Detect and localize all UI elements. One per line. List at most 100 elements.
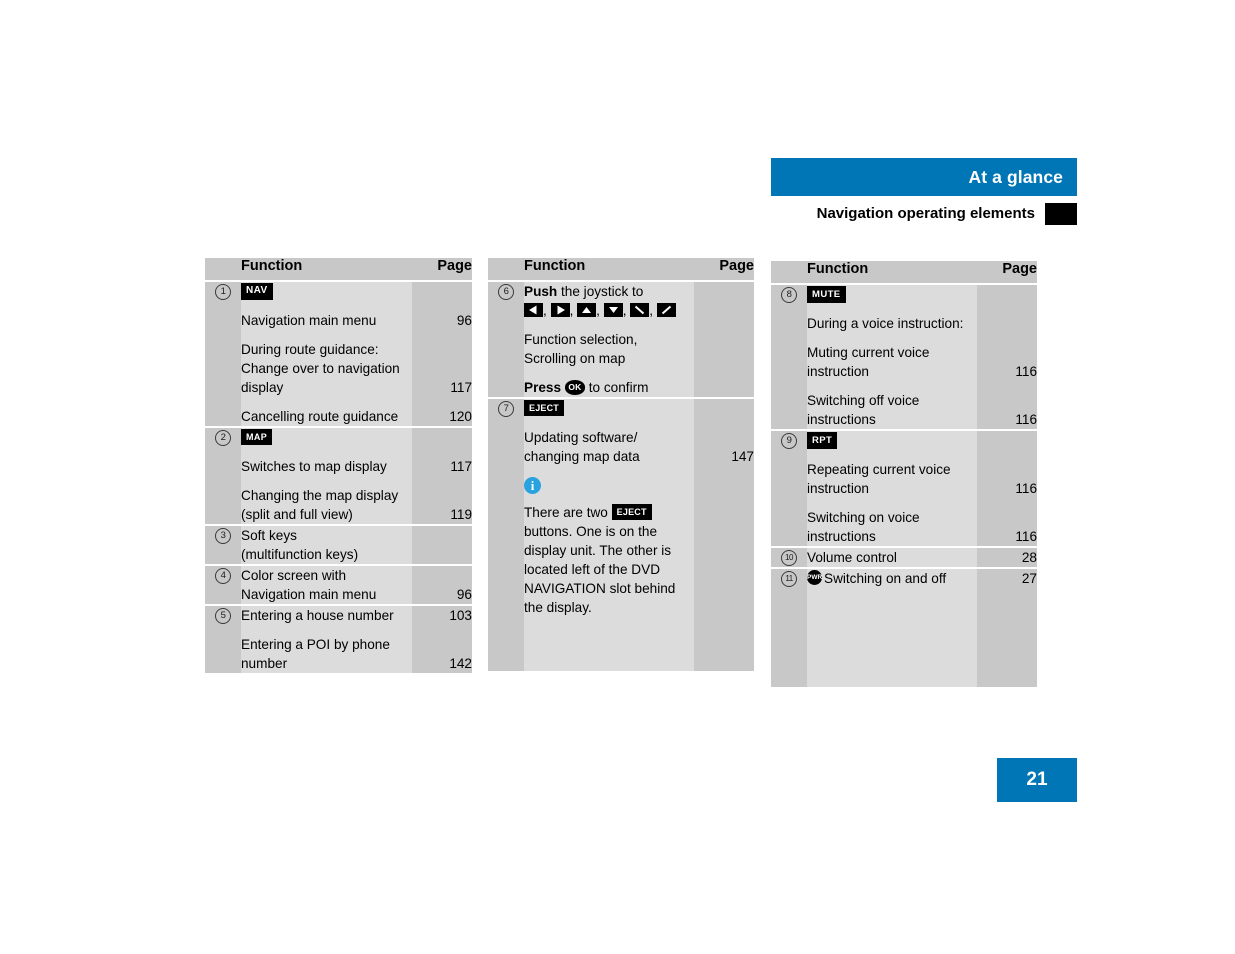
table-row: 8 MUTE During a voice instruction: Mutin… — [771, 283, 1037, 430]
header-cell-function: Function — [241, 258, 412, 281]
table-row: 9 RPT Repeating current voice instructio… — [771, 429, 1037, 547]
power-button-icon: PWR — [807, 569, 822, 585]
row-function-cell: MAP Switches to map display Changing the… — [241, 426, 412, 525]
nav-button-icon: NAV — [241, 282, 273, 300]
text-block: Switching on voice instructions — [807, 508, 977, 546]
note-text-line: the display. — [524, 600, 592, 615]
function-text-line: During a voice instruction: — [807, 316, 964, 331]
function-text-line: Navigation main menu — [241, 313, 377, 328]
badge-block: EJECT — [524, 399, 694, 418]
row-page-cell — [412, 524, 472, 565]
row-page-cell: 96 — [412, 564, 472, 605]
row-page-cell: 96 117 120 — [412, 280, 472, 427]
text-block: Color screen with Navigation main menu — [241, 566, 412, 604]
callout-number: 5 — [215, 608, 231, 624]
function-text-line: Entering a POI by phone — [241, 637, 390, 652]
push-label: Push — [524, 284, 558, 299]
row-function-cell: Entering a house number Entering a POI b… — [241, 604, 412, 673]
row-function-cell: Volume control — [807, 546, 977, 568]
table-row: 4 Color screen with Navigation main menu… — [205, 564, 472, 605]
info-icon: i — [524, 477, 541, 494]
callout-number: 8 — [781, 287, 797, 303]
row-number-cell: 10 — [771, 546, 807, 568]
function-text-line: display — [241, 380, 284, 395]
callout-number: 1 — [215, 284, 231, 300]
text-block: Function selection, Scrolling on map — [524, 330, 694, 368]
header-cell-page: Page — [412, 258, 472, 281]
row-number-cell: 7 — [488, 397, 524, 671]
text-block: Updating software/ changing map data — [524, 428, 694, 466]
function-text-line: Switching on and off — [824, 571, 947, 586]
table-row: 11 PWR Switching on and off 27 — [771, 567, 1037, 687]
row-page-cell: 116 116 — [977, 429, 1037, 547]
table-column-1: Function Page 1 NAV Navigation main menu… — [205, 258, 472, 673]
press-ok-block: Press OK to confirm — [524, 378, 694, 397]
row-number-cell: 11 — [771, 567, 807, 687]
map-button-icon: MAP — [241, 429, 273, 446]
header-cell-function: Function — [524, 258, 694, 281]
callout-number: 3 — [215, 528, 231, 544]
push-rest: the joystick to — [557, 284, 644, 299]
badge-block: MUTE — [807, 285, 977, 304]
function-text-line: Changing the map display — [241, 488, 399, 503]
badge-block: NAV — [241, 282, 412, 301]
row-function-cell: NAV Navigation main menu During route gu… — [241, 280, 412, 427]
page-number: 142 — [449, 656, 472, 671]
table-header-row: Function Page — [771, 261, 1037, 284]
callout-number: 6 — [498, 284, 514, 300]
black-square-marker — [1045, 203, 1077, 225]
text-block: Switches to map display — [241, 457, 412, 476]
table-row: 10 Volume control 28 — [771, 546, 1037, 568]
row-page-cell: 28 — [977, 546, 1037, 568]
function-text-line: instructions — [807, 412, 876, 427]
page-number: 103 — [449, 608, 472, 623]
function-text-line: (split and full view) — [241, 507, 353, 522]
page-number: 116 — [1015, 364, 1037, 379]
table-header-row: Function Page — [205, 258, 472, 281]
page-number-box: 21 — [997, 758, 1077, 802]
table-row: 6 Push the joystick to , , , , , Functio… — [488, 280, 754, 398]
text-block: Entering a house number — [241, 606, 412, 625]
arrow-diagonal-down-right-icon — [630, 303, 650, 318]
text-block: Cancelling route guidance — [241, 407, 412, 426]
arrow-right-icon — [550, 303, 570, 318]
page-number: 120 — [449, 409, 472, 424]
row-page-cell: 116 116 — [977, 283, 1037, 430]
table-row: 1 NAV Navigation main menu During route … — [205, 280, 472, 427]
row-function-cell: Color screen with Navigation main menu — [241, 564, 412, 605]
function-text-line: Updating software/ — [524, 430, 638, 445]
header-cell-page: Page — [977, 261, 1037, 284]
function-text-line: instruction — [807, 364, 869, 379]
note-text-line: There are two — [524, 505, 612, 520]
callout-number: 4 — [215, 568, 231, 584]
note-text-line: NAVIGATION slot behind — [524, 581, 676, 596]
text-block: During route guidance: Change over to na… — [241, 340, 412, 397]
header-subtitle-row: Navigation operating elements — [771, 203, 1077, 225]
function-text-line: During route guidance: — [241, 342, 379, 357]
callout-number: 10 — [781, 550, 797, 566]
row-page-cell: 117 119 — [412, 426, 472, 525]
text-block: Entering a POI by phone number — [241, 635, 412, 673]
push-joystick-block: Push the joystick to , , , , , — [524, 282, 694, 320]
page-number: 116 — [1015, 481, 1037, 496]
row-function-cell: MUTE During a voice instruction: Muting … — [807, 283, 977, 430]
header-cell-number — [205, 258, 241, 281]
table-row: 3 Soft keys (multifunction keys) — [205, 524, 472, 565]
function-text-line: Entering a house number — [241, 608, 394, 623]
press-rest: to confirm — [584, 380, 649, 395]
text-block: Switching off voice instructions — [807, 391, 977, 429]
page-number: 116 — [1015, 529, 1037, 544]
row-page-cell: 103 142 — [412, 604, 472, 673]
header-cell-function: Function — [807, 261, 977, 284]
callout-number: 9 — [781, 433, 797, 449]
function-text-line: Switches to map display — [241, 459, 387, 474]
text-block: During a voice instruction: — [807, 314, 977, 333]
row-number-cell: 2 — [205, 426, 241, 525]
callout-number: 11 — [781, 571, 797, 587]
page-subtitle: Navigation operating elements — [816, 205, 1035, 222]
arrow-up-icon — [577, 303, 597, 318]
mute-button-icon: MUTE — [807, 286, 846, 303]
callout-number: 7 — [498, 401, 514, 417]
function-text-line: Function selection, — [524, 332, 638, 347]
arrow-down-icon — [603, 303, 623, 318]
